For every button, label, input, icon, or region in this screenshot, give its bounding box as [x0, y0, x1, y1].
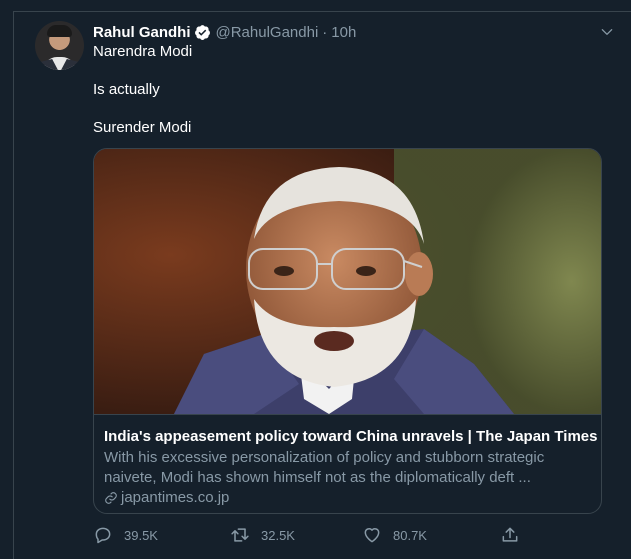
reply-count: 39.5K [124, 527, 158, 543]
card-body[interactable]: India's appeasement policy toward China … [94, 414, 601, 513]
tweet-header: Rahul Gandhi @RahulGandhi · 10h [93, 22, 356, 42]
card-description: With his excessive personalization of po… [104, 449, 545, 486]
tweet-text-line-3: Surender Modi [93, 119, 192, 136]
reply-button[interactable]: 39.5K [93, 524, 158, 546]
tweet-text-line-1: Narendra Modi [93, 43, 193, 60]
card-domain-text: japantimes.co.jp [121, 489, 230, 506]
avatar[interactable] [35, 21, 84, 70]
heart-icon [364, 528, 380, 543]
card-photo-illustration [94, 149, 601, 414]
card-image[interactable] [94, 149, 601, 414]
retweet-icon [231, 528, 249, 542]
link-icon [105, 492, 117, 504]
share-icon [502, 527, 518, 542]
like-button[interactable]: 80.7K [362, 524, 427, 546]
verified-badge-icon [194, 24, 210, 40]
retweet-button[interactable]: 32.5K [230, 524, 295, 546]
avatar-hair [47, 25, 72, 37]
tweet-time[interactable]: 10h [331, 24, 356, 41]
tweet[interactable]: Rahul Gandhi @RahulGandhi · 10h Narendra… [13, 11, 631, 559]
card-domain[interactable]: japantimes.co.jp [104, 488, 591, 508]
link-card[interactable]: India's appeasement policy toward China … [93, 148, 602, 514]
author-name[interactable]: Rahul Gandhi [93, 24, 191, 41]
like-count: 80.7K [393, 527, 427, 543]
author-handle[interactable]: @RahulGandhi [216, 24, 319, 41]
reply-icon [95, 527, 111, 544]
share-button[interactable] [500, 524, 531, 546]
header-separator: · [322, 23, 328, 41]
tweet-text-line-2: Is actually [93, 81, 160, 98]
chevron-down-icon[interactable] [600, 25, 614, 39]
card-title[interactable]: India's appeasement policy toward China … [104, 427, 597, 447]
retweet-count: 32.5K [261, 527, 295, 543]
tweet-actions: 39.5K 32.5K 80.7K [93, 524, 533, 546]
